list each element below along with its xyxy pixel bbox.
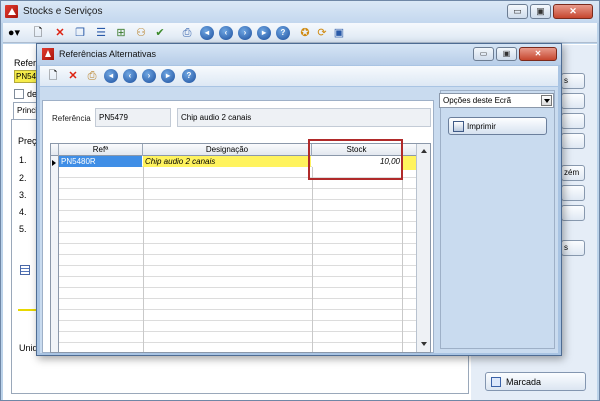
main-toolbar: ●▾ 🗋 ✕ ❐ ☰ ⊞ ⚇ ✔ ⎙ ◂ ‹ › ▸ ? ✪ ⟳ ▣ [3, 23, 597, 43]
grid-column-divider [402, 156, 403, 352]
copy-icon[interactable]: ❐ [73, 26, 87, 40]
stock-highlight-annotation [308, 139, 403, 180]
main-window-title: Stocks e Serviços [23, 6, 103, 17]
options-dropdown-icon[interactable]: ●▾ [7, 26, 21, 40]
price-row-1: 1. [19, 155, 27, 165]
price-row-5: 5. [19, 224, 27, 234]
dialog-help-icon[interactable]: ? [182, 69, 196, 83]
printer-icon [453, 121, 464, 132]
close-button[interactable]: ✕ [553, 4, 593, 19]
main-checkbox[interactable] [14, 89, 24, 99]
dialog-app-logo-icon [42, 48, 54, 60]
table-row-ref-cell[interactable]: PN5480R [59, 156, 142, 167]
column-header-extra [402, 144, 417, 156]
marcada-icon [491, 377, 501, 387]
grid-list-icon[interactable] [20, 265, 30, 275]
previous-record-icon[interactable]: ‹ [219, 26, 233, 40]
dialog-close-button[interactable]: ✕ [519, 47, 557, 61]
dialog-previous-record-icon[interactable]: ‹ [123, 69, 137, 83]
marcada-button[interactable]: Marcada [485, 372, 586, 391]
grid-rows [59, 156, 417, 352]
dialog-maximize-button[interactable]: ▣ [496, 47, 517, 61]
table-row-extra-cell [402, 156, 417, 170]
dialog-toolbar: 🗋 ✕ ⎙ ◂ ‹ › ▸ ? [40, 66, 558, 86]
dialog-title: Referências Alternativas [59, 49, 157, 59]
maximize-button[interactable]: ▣ [530, 4, 551, 19]
side-button-2[interactable] [561, 93, 585, 109]
price-row-2: 2. [19, 173, 27, 183]
main-title-bar: Stocks e Serviços ▭ ▣ ✕ [1, 1, 599, 23]
side-button-8[interactable]: s [561, 240, 585, 256]
chevron-down-icon[interactable] [541, 95, 552, 106]
dialog-print-icon[interactable]: ⎙ [85, 69, 99, 83]
dialog-title-bar: Referências Alternativas ▭ ▣ ✕ [37, 44, 561, 65]
dialog-reference-label: Referência [52, 114, 91, 123]
print-preview-icon[interactable]: ⎙ [180, 26, 194, 40]
dialog-reference-description-field[interactable]: Chip audio 2 canais [177, 108, 431, 127]
tools-icon[interactable]: ✪ [298, 26, 312, 40]
side-button-1[interactable]: s [561, 73, 585, 89]
minimize-button[interactable]: ▭ [507, 4, 528, 19]
print-button-label: Imprimir [467, 122, 496, 131]
dialog-next-record-icon[interactable]: › [142, 69, 156, 83]
price-row-3: 3. [19, 190, 27, 200]
dialog-first-record-icon[interactable]: ◂ [104, 69, 118, 83]
side-button-3[interactable] [561, 113, 585, 129]
screen-options-value: Opções deste Ecrã [443, 96, 512, 105]
main-reference-label: Refer [14, 58, 37, 68]
app-logo-icon [5, 5, 18, 18]
dialog-delete-icon[interactable]: ✕ [66, 69, 80, 83]
current-row-arrow-icon [52, 160, 56, 166]
delete-icon[interactable]: ✕ [53, 26, 67, 40]
first-record-icon[interactable]: ◂ [200, 26, 214, 40]
grid-column-divider [312, 156, 313, 352]
screen-options-select[interactable]: Opções deste Ecrã [439, 93, 554, 108]
help-icon[interactable]: ? [276, 26, 290, 40]
side-button-7[interactable] [561, 205, 585, 221]
new-document-icon[interactable]: 🗋 [31, 26, 45, 40]
scroll-down-arrow-icon[interactable] [421, 342, 427, 346]
list-icon[interactable]: ☰ [94, 26, 108, 40]
users-icon[interactable]: ⚇ [134, 26, 148, 40]
next-record-icon[interactable]: › [238, 26, 252, 40]
scroll-up-arrow-icon[interactable] [421, 149, 427, 153]
row-indicator-column [51, 156, 59, 352]
grid-header-indicator [51, 144, 59, 156]
last-record-icon[interactable]: ▸ [257, 26, 271, 40]
side-button-4[interactable] [561, 133, 585, 149]
grid-column-divider [143, 156, 144, 352]
dialog-reference-code-field[interactable]: PN5479 [95, 108, 171, 127]
tree-icon[interactable]: ⊞ [114, 26, 128, 40]
dialog-last-record-icon[interactable]: ▸ [161, 69, 175, 83]
refresh-icon[interactable]: ⟳ [315, 26, 329, 40]
marcada-label: Marcada [506, 377, 542, 387]
dialog-new-icon[interactable]: 🗋 [46, 69, 60, 83]
column-header-ref[interactable]: Refª [59, 144, 143, 156]
print-button[interactable]: Imprimir [448, 117, 547, 135]
table-row-designacao-cell[interactable]: Chip audio 2 canais [143, 156, 311, 167]
save-icon[interactable]: ▣ [332, 26, 346, 40]
grid-vertical-scrollbar[interactable] [416, 144, 430, 352]
dialog-minimize-button[interactable]: ▭ [473, 47, 494, 61]
price-row-4: 4. [19, 207, 27, 217]
column-header-designacao[interactable]: Designação [143, 144, 312, 156]
side-button-6[interactable] [561, 185, 585, 201]
side-button-armazem[interactable]: zém [561, 165, 585, 181]
check-icon[interactable]: ✔ [153, 26, 167, 40]
